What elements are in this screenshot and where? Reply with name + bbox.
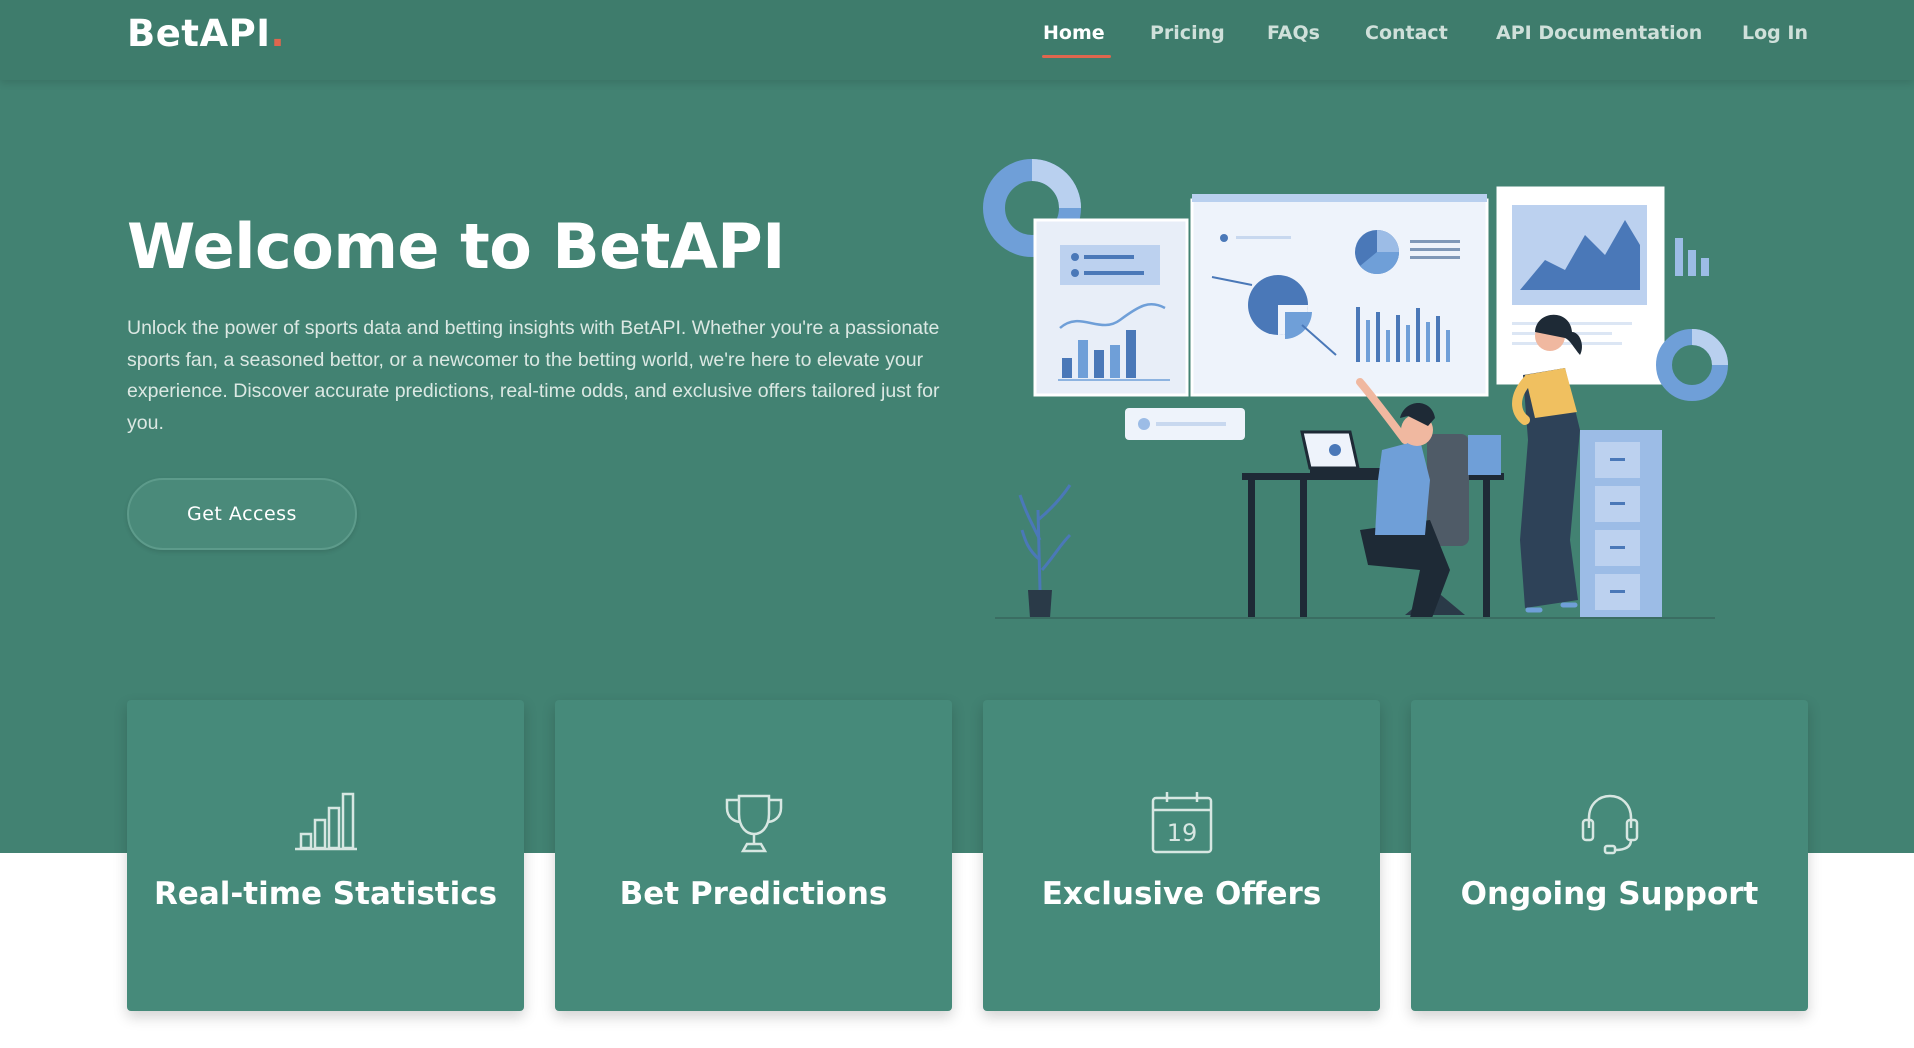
nav-link-home[interactable]: Home bbox=[1043, 22, 1105, 44]
hero-description: Unlock the power of sports data and bett… bbox=[127, 317, 940, 434]
get-access-button[interactable]: Get Access bbox=[127, 478, 357, 550]
feature-card-real-time-statistics[interactable]: Real-time Statistics bbox=[127, 700, 524, 1011]
hero-illustration bbox=[983, 159, 1728, 619]
nav-link-contact[interactable]: Contact bbox=[1365, 22, 1448, 44]
hero-title: Welcome to BetAPI bbox=[127, 210, 785, 283]
brand-logo[interactable]: BetAPI. bbox=[127, 12, 285, 55]
nav-link-log-in[interactable]: Log In bbox=[1742, 22, 1808, 44]
feature-card-title: Exclusive Offers bbox=[1041, 876, 1322, 912]
feature-card-bet-predictions[interactable]: Bet Predictions bbox=[555, 700, 952, 1011]
feature-card-exclusive-offers[interactable]: 19 Exclusive Offers bbox=[983, 700, 1380, 1011]
nav-link-pricing[interactable]: Pricing bbox=[1150, 22, 1225, 44]
nav-link-api-documentation[interactable]: API Documentation bbox=[1496, 22, 1702, 44]
brand-name: BetAPI bbox=[127, 12, 271, 55]
plant-pot-graphic bbox=[1028, 590, 1052, 618]
trophy-icon bbox=[725, 794, 782, 853]
dashboard-card-center bbox=[1190, 198, 1489, 397]
brand-dot: . bbox=[270, 12, 286, 55]
feature-card-ongoing-support[interactable]: Ongoing Support bbox=[1411, 700, 1808, 1011]
nav-link-faqs[interactable]: FAQs bbox=[1267, 22, 1320, 44]
headset-icon bbox=[1581, 794, 1638, 855]
feature-card-title: Bet Predictions bbox=[619, 876, 888, 912]
navbar: BetAPI. Home Pricing FAQs Contact API Do… bbox=[0, 0, 1914, 80]
bar-chart-icon bbox=[294, 792, 357, 851]
active-nav-indicator bbox=[1042, 55, 1111, 58]
calendar-icon: 19 bbox=[1151, 792, 1212, 854]
calendar-day-number: 19 bbox=[1166, 819, 1197, 847]
feature-card-title: Ongoing Support bbox=[1460, 876, 1759, 912]
feature-card-title: Real-time Statistics bbox=[153, 876, 498, 912]
